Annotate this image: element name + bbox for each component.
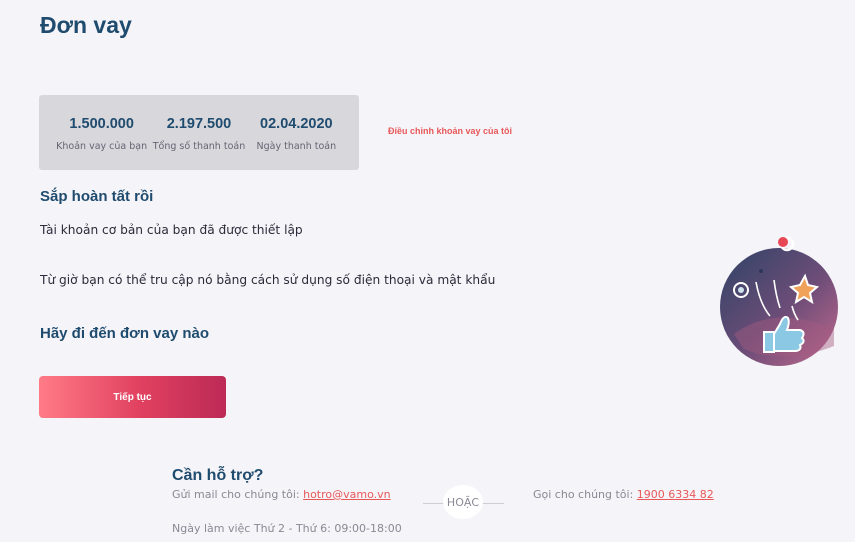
or-divider-right xyxy=(481,503,504,504)
working-hours: Ngày làm việc Thứ 2 - Thứ 6: 09:00-18:00 xyxy=(172,522,402,535)
account-setup-text: Tài khoản cơ bản của bạn đã được thiết l… xyxy=(40,223,303,237)
support-phone-link[interactable]: 1900 6334 82 xyxy=(637,488,714,501)
loan-amount-value: 1.500.000 xyxy=(69,115,134,132)
loan-application-page: Đơn vay 1.500.000 Khoản vay của bạn 2.19… xyxy=(0,0,855,542)
help-phone-line: Gọi cho chúng tôi: 1900 6334 82 xyxy=(533,488,714,501)
continue-button[interactable]: Tiếp tục xyxy=(39,376,226,418)
loan-amount-stat: 1.500.000 Khoản vay của bạn xyxy=(53,95,150,170)
thumbs-up-planet-icon xyxy=(720,236,838,366)
help-mail-line: Gửi mail cho chúng tôi: hotro@vamo.vn xyxy=(172,488,391,501)
page-title: Đơn vay xyxy=(40,12,132,38)
total-payment-label: Tổng số thanh toán xyxy=(152,140,246,152)
total-payment-value: 2.197.500 xyxy=(166,115,232,132)
almost-done-heading: Sắp hoàn tất rồi xyxy=(40,188,154,205)
or-separator: HOẶC xyxy=(443,485,483,519)
total-payment-stat: 2.197.500 Tổng số thanh toán xyxy=(150,95,247,170)
or-divider-left xyxy=(423,503,445,504)
loan-amount-label: Khoản vay của bạn xyxy=(56,140,148,152)
payment-date-label: Ngày thanh toán xyxy=(256,140,337,152)
go-to-loan-heading: Hãy đi đến đơn vay nào xyxy=(40,325,210,342)
help-title: Cần hỗ trợ? xyxy=(172,467,264,484)
phone-prefix: Gọi cho chúng tôi: xyxy=(533,488,637,501)
adjust-loan-link[interactable]: Điều chỉnh khoản vay của tôi xyxy=(388,126,512,136)
access-info-text: Từ giờ bạn có thể tru cập nó bằng cách s… xyxy=(40,273,496,287)
payment-date-value: 02.04.2020 xyxy=(260,115,333,132)
support-email-link[interactable]: hotro@vamo.vn xyxy=(303,488,391,501)
payment-date-stat: 02.04.2020 Ngày thanh toán xyxy=(248,95,345,170)
loan-summary-card: 1.500.000 Khoản vay của bạn 2.197.500 Tổ… xyxy=(39,95,359,170)
mail-prefix: Gửi mail cho chúng tôi: xyxy=(172,488,304,501)
